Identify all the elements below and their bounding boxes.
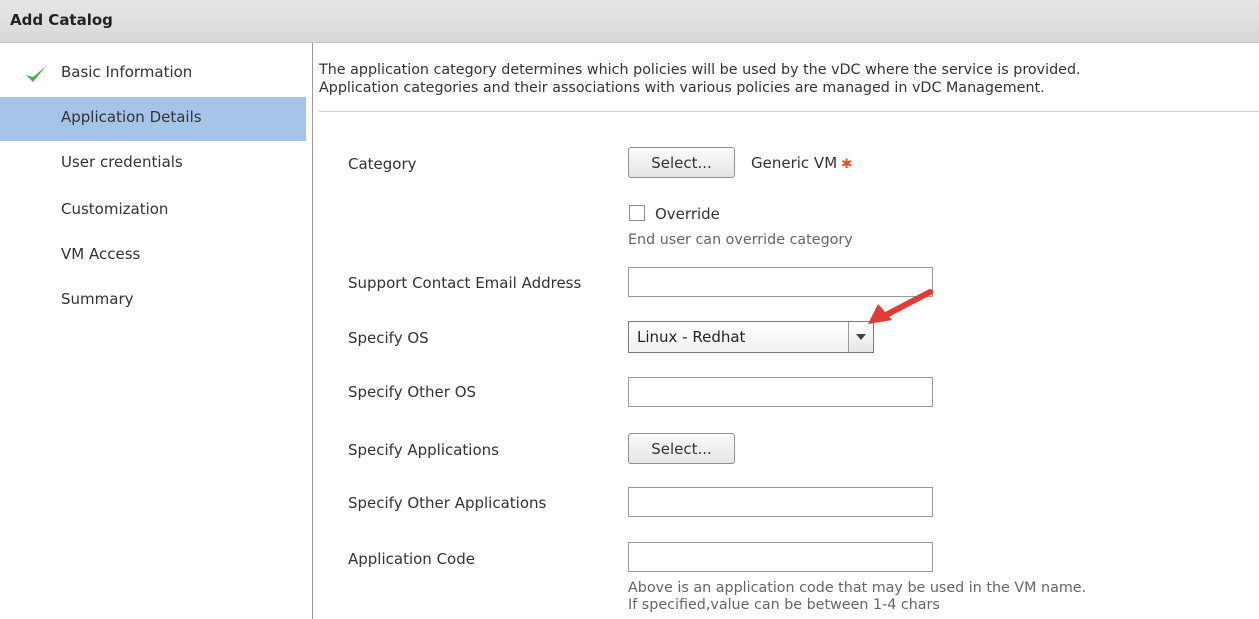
wizard-step-basic-information[interactable]: Basic Information [0, 52, 306, 96]
description-line: Application categories and their associa… [319, 80, 1045, 96]
dialog-title: Add Catalog [10, 11, 113, 29]
application-code-hint: Above is an application code that may be… [628, 580, 1086, 614]
red-arrow-icon [868, 289, 933, 324]
wizard-step-summary[interactable]: Summary [0, 279, 306, 323]
category-select-button[interactable]: Select... [628, 147, 735, 178]
page-description: The application category determines whic… [319, 61, 1259, 97]
category-value-text: Generic VM [751, 154, 838, 172]
specify-other-applications-label: Specify Other Applications [348, 494, 547, 512]
wizard-step-label: Application Details [61, 108, 202, 126]
category-label: Category [348, 155, 417, 173]
wizard-step-label: Customization [61, 200, 169, 218]
applications-select-button[interactable]: Select... [628, 433, 735, 464]
category-value: Generic VM ✱ [751, 154, 852, 172]
wizard-step-vm-access[interactable]: VM Access [0, 234, 306, 278]
wizard-step-application-details[interactable]: Application Details [0, 97, 306, 141]
application-code-hint-line: Above is an application code that may be… [628, 580, 1087, 596]
specify-os-select[interactable]: Linux - Redhat [628, 321, 874, 353]
application-code-label: Application Code [348, 550, 475, 568]
wizard-step-label: User credentials [61, 153, 183, 171]
application-code-field[interactable] [628, 542, 933, 572]
asterisk-icon: ✱ [841, 157, 853, 172]
dialog-title-bar: Add Catalog [0, 0, 1259, 43]
specify-other-os-label: Specify Other OS [348, 383, 477, 401]
description-line: The application category determines whic… [319, 62, 1081, 78]
override-hint: End user can override category [628, 232, 853, 248]
specify-os-label: Specify OS [348, 329, 429, 347]
wizard-step-label: VM Access [61, 245, 141, 263]
divider [319, 111, 1259, 112]
specify-applications-label: Specify Applications [348, 441, 499, 459]
wizard-step-label: Summary [61, 290, 134, 308]
specify-other-applications-field[interactable] [628, 487, 933, 517]
wizard-step-user-credentials[interactable]: User credentials [0, 142, 306, 186]
override-label: Override [655, 205, 720, 223]
wizard-step-label: Basic Information [61, 63, 193, 81]
wizard-steps-sidebar: Basic Information Application Details Us… [0, 43, 313, 619]
specify-os-value: Linux - Redhat [637, 328, 746, 346]
specify-other-os-field[interactable] [628, 377, 933, 407]
application-code-hint-line: If specified,value can be between 1-4 ch… [628, 597, 940, 613]
support-email-label: Support Contact Email Address [348, 274, 582, 292]
override-checkbox[interactable] [629, 205, 645, 221]
wizard-step-customization[interactable]: Customization [0, 189, 306, 233]
check-icon [26, 66, 46, 82]
